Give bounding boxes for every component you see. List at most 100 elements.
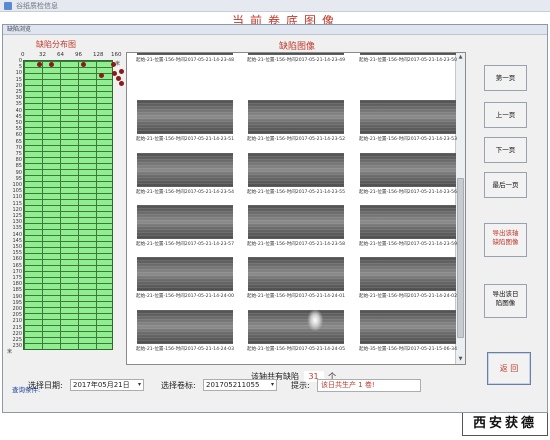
roll-select-value: 201705211055 xyxy=(206,381,260,389)
defect-image[interactable] xyxy=(137,100,233,134)
y-tick-label: 100 xyxy=(12,182,22,188)
defect-image-item[interactable]: 起始-21-位置-156-时间2017-05-21-14-24-02 xyxy=(355,255,460,305)
defect-image-item[interactable]: 起始-21-位置-156-时间2017-05-21-14-23-49 xyxy=(243,53,348,95)
y-tick-label: 215 xyxy=(12,324,22,331)
roll-select[interactable]: 201705211055 ▾ xyxy=(203,379,277,391)
export-axis-images-button[interactable]: 导出该轴缺陷图像 xyxy=(484,223,527,257)
defect-image[interactable] xyxy=(360,310,456,344)
chevron-down-icon[interactable]: ▾ xyxy=(271,380,274,390)
defect-image[interactable] xyxy=(248,153,344,187)
defect-dot[interactable] xyxy=(111,62,116,67)
defect-dot[interactable] xyxy=(99,73,104,78)
chevron-down-icon[interactable]: ▾ xyxy=(138,380,141,390)
background-title-bar: 谷纸质检信息 xyxy=(0,0,550,12)
y-tick-label: 35 xyxy=(15,101,22,108)
defect-image[interactable] xyxy=(360,205,456,239)
defect-image-gallery[interactable]: ▲ ▼ 起始-21-位置-156-时间2017-05-21-14-23-48 起始… xyxy=(126,52,466,365)
y-tick-label: 145 xyxy=(12,237,22,244)
distribution-x-axis: 0 32 64 96 128 160 xyxy=(21,52,123,60)
defect-image[interactable] xyxy=(248,310,344,344)
y-tick-label: 230 xyxy=(12,343,22,350)
defect-image[interactable] xyxy=(137,205,233,239)
y-tick-label: 165 xyxy=(12,262,22,269)
defect-image-caption: 起始-21-位置-156-时间2017-05-21-14-24-00 xyxy=(135,294,234,299)
background-window-title: 谷纸质检信息 xyxy=(16,2,58,10)
defect-image-item[interactable]: 起始-21-位置-156-时间2017-05-21-14-23-52 xyxy=(243,98,348,148)
defect-image-item[interactable]: 起始-21-位置-156-时间2017-05-21-14-24-01 xyxy=(243,255,348,305)
defect-image-item[interactable]: 起始-21-位置-156-时间2017-05-21-14-24-03 xyxy=(132,308,237,358)
defect-image-item[interactable]: 起始-21-位置-156-时间2017-05-21-14-23-51 xyxy=(132,98,237,148)
defect-image[interactable] xyxy=(137,53,233,55)
back-button[interactable]: 返 回 xyxy=(487,352,531,385)
y-tick-label: 140 xyxy=(12,231,22,238)
defect-image-item[interactable]: 起始-21-位置-156-时间2017-05-21-14-23-50 xyxy=(355,53,460,95)
defect-dot[interactable] xyxy=(119,81,124,86)
y-tick-label: 80 xyxy=(15,157,22,164)
defect-dot[interactable] xyxy=(119,69,124,74)
y-tick-label: 220 xyxy=(12,330,22,337)
gallery-title: 缺陷图像 xyxy=(279,42,316,52)
defect-dot[interactable] xyxy=(112,71,117,76)
defect-dot[interactable] xyxy=(81,62,86,67)
defect-image[interactable] xyxy=(248,53,344,55)
y-tick-label: 20 xyxy=(15,82,22,89)
defect-image-item[interactable]: 起始-21-位置-156-时间2017-05-21-14-23-56 xyxy=(355,151,460,201)
defect-image-item[interactable]: 起始-21-位置-156-时间2017-05-21-14-23-48 xyxy=(132,53,237,95)
defect-image[interactable] xyxy=(137,310,233,344)
y-tick-label: 175 xyxy=(12,275,22,281)
defect-image-item[interactable]: 起始-21-位置-156-时间2017-05-21-14-24-05 xyxy=(243,308,348,358)
export-day-images-button[interactable]: 导出该日陷图像 xyxy=(484,284,527,318)
y-tick-label: 150 xyxy=(12,244,22,250)
y-tick-label: 30 xyxy=(15,95,22,102)
defect-image[interactable] xyxy=(360,153,456,187)
brand-logo: 西安获德 xyxy=(462,412,548,436)
defect-image[interactable] xyxy=(248,205,344,239)
defect-image-caption: 起始-21-位置-156-时间2017-05-21-14-23-53 xyxy=(358,137,457,142)
y-tick-label: 180 xyxy=(12,281,22,288)
defect-image[interactable] xyxy=(360,53,456,55)
defect-image-caption: 起始-21-位置-156-时间2017-05-21-14-23-59 xyxy=(358,242,457,247)
defect-image-item[interactable]: 起始-21-位置-156-时间2017-05-21-14-23-59 xyxy=(355,203,460,253)
y-tick-label: 0 xyxy=(18,58,22,64)
y-tick-label: 135 xyxy=(12,225,22,232)
defect-image[interactable] xyxy=(360,257,456,291)
y-tick-label: 90 xyxy=(15,169,22,176)
last-page-button[interactable]: 最后一页 xyxy=(484,172,527,198)
distribution-y-axis: 0 5 10 15 20 25 30 35 40 45 50 55 60 65 70 75 80 85 90 95 10… xyxy=(6,58,22,354)
x-tick-label: 128 xyxy=(93,52,104,58)
defect-image-caption: 起始-21-位置-156-时间2017-05-21-14-23-50 xyxy=(358,58,457,63)
y-tick-label: 95 xyxy=(15,175,22,182)
defect-image[interactable] xyxy=(360,100,456,134)
defect-dot[interactable] xyxy=(37,62,42,67)
defect-image-item[interactable]: 起始-21-位置-156-时间2017-05-21-14-23-57 xyxy=(132,203,237,253)
defect-image[interactable] xyxy=(137,153,233,187)
defect-image-item[interactable]: 起始-21-位置-156-时间2017-05-21-14-23-53 xyxy=(355,98,460,148)
app-icon xyxy=(4,2,12,10)
y-tick-label: 130 xyxy=(12,219,22,226)
defect-image-item[interactable]: 起始-21-位置-156-时间2017-05-21-14-23-58 xyxy=(243,203,348,253)
y-tick-label: 155 xyxy=(12,250,22,257)
defect-image[interactable] xyxy=(248,257,344,291)
defect-image-item[interactable]: 起始-21-位置-156-时间2017-05-21-14-23-54 xyxy=(132,151,237,201)
tip-field: 该日共生产 1 卷! xyxy=(317,379,421,392)
y-tick-label: 55 xyxy=(15,126,22,133)
distribution-grid[interactable] xyxy=(23,60,113,350)
defect-image-item[interactable]: 起始-21-位置-156-时间2017-05-21-14-24-00 xyxy=(132,255,237,305)
distribution-y-end-label: 米 xyxy=(7,349,13,355)
defect-image-item[interactable]: 起始-35-位置-156-时间2017-05-21-15-06-34 xyxy=(355,308,460,358)
defect-image[interactable] xyxy=(248,100,344,134)
defect-image-item[interactable]: 起始-21-位置-156-时间2017-05-21-14-23-55 xyxy=(243,151,348,201)
y-tick-label: 45 xyxy=(15,113,22,120)
distribution-title: 缺陷分布图 xyxy=(36,40,76,49)
y-tick-label: 195 xyxy=(12,299,22,306)
defect-image-caption: 起始-21-位置-156-时间2017-05-21-14-23-49 xyxy=(246,58,345,63)
y-tick-label: 185 xyxy=(12,287,22,294)
defect-browse-dialog: 缺陷浏览 缺陷分布图 0 32 64 96 128 160 0 5 10 15 20 25 30 35 4… xyxy=(2,24,548,413)
next-page-button[interactable]: 下一页 xyxy=(484,137,527,163)
first-page-button[interactable]: 第一页 xyxy=(484,65,527,91)
y-tick-label: 225 xyxy=(12,337,22,343)
prev-page-button[interactable]: 上一页 xyxy=(484,102,527,128)
defect-dot[interactable] xyxy=(49,62,54,67)
defect-image[interactable] xyxy=(137,257,233,291)
date-select[interactable]: 2017年05月21日 ▾ xyxy=(70,379,144,391)
